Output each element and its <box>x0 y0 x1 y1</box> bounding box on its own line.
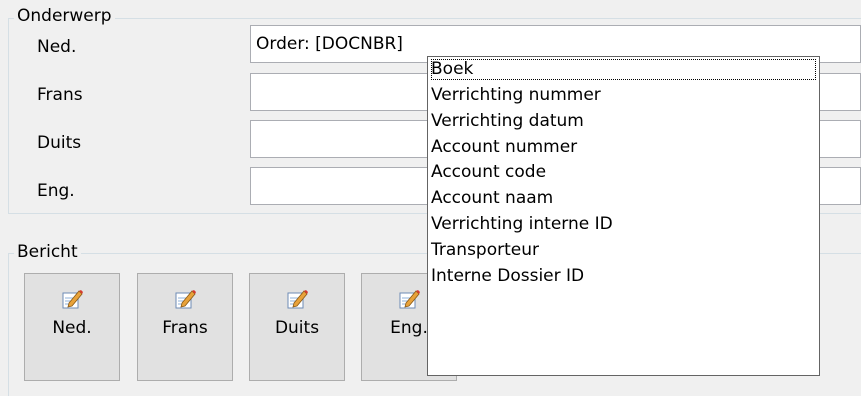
edit-pencil-icon <box>175 290 196 309</box>
message-group-legend: Bericht <box>14 242 81 262</box>
dropdown-item-transporteur[interactable]: Transporteur <box>431 240 539 261</box>
subject-group-legend: Onderwerp <box>14 6 115 26</box>
edit-pencil-icon <box>287 290 308 309</box>
subject-label-eng: Eng. <box>37 181 75 201</box>
placeholder-dropdown-list[interactable]: Boek Verrichting nummer Verrichting datu… <box>427 56 820 376</box>
dropdown-item-verrichting-nummer[interactable]: Verrichting nummer <box>431 85 601 106</box>
subject-label-frans: Frans <box>37 85 83 105</box>
dropdown-item-interne-dossier-id[interactable]: Interne Dossier ID <box>431 266 584 287</box>
message-button-ned[interactable]: Ned. <box>24 273 120 381</box>
dropdown-item-verrichting-datum[interactable]: Verrichting datum <box>431 111 584 132</box>
subject-label-duits: Duits <box>37 133 82 153</box>
dropdown-item-verrichting-interne-id[interactable]: Verrichting interne ID <box>431 214 613 235</box>
template-editor-panel: Onderwerp Ned. Order: [DOCNBR] Frans Dui… <box>0 0 861 396</box>
dropdown-item-account-nummer[interactable]: Account nummer <box>431 137 577 158</box>
message-button-frans-label: Frans <box>162 318 208 338</box>
message-button-ned-label: Ned. <box>52 318 92 338</box>
subject-field-ned-value: Order: [DOCNBR] <box>256 34 403 54</box>
dropdown-item-account-naam[interactable]: Account naam <box>431 188 553 209</box>
edit-pencil-icon <box>62 290 83 309</box>
message-button-duits-label: Duits <box>274 318 320 338</box>
message-button-frans[interactable]: Frans <box>137 273 233 381</box>
edit-pencil-icon <box>399 290 420 309</box>
dropdown-item-boek[interactable]: Boek <box>431 59 816 80</box>
dropdown-item-account-code[interactable]: Account code <box>431 162 546 183</box>
subject-label-ned: Ned. <box>37 37 77 57</box>
message-button-duits[interactable]: Duits <box>249 273 345 381</box>
